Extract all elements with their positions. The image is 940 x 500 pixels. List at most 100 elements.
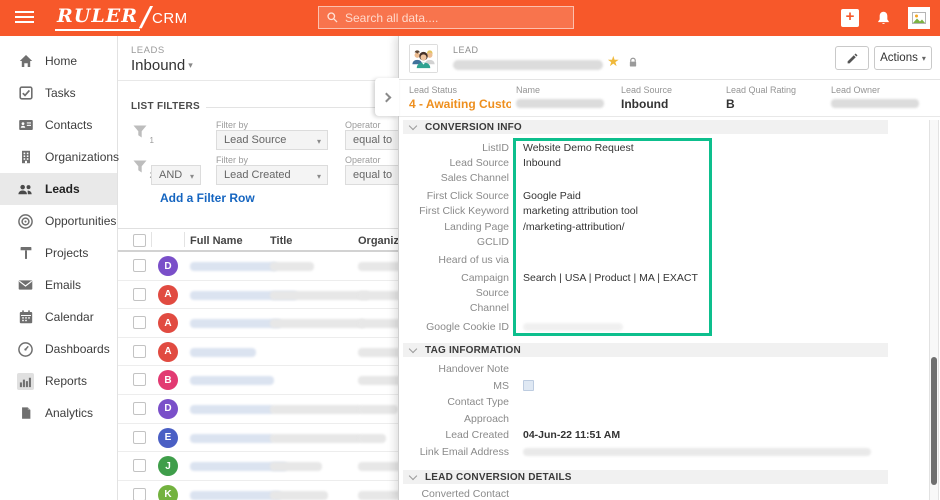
actions-button[interactable]: Actions▾: [874, 46, 932, 70]
field-label: Lead Source: [403, 157, 509, 169]
field-label: First Click Source: [403, 190, 509, 202]
row-checkbox[interactable]: [133, 459, 146, 472]
section-header[interactable]: LEAD CONVERSION DETAILS: [403, 470, 888, 484]
field-label: Name: [516, 85, 618, 95]
top-bar: RULER/ CRM +: [0, 0, 940, 36]
row-checkbox[interactable]: [133, 316, 146, 329]
add-button[interactable]: +: [841, 9, 859, 27]
section-fields: ListIDWebsite Demo RequestLead SourceInb…: [403, 140, 888, 334]
field-label: GCLID: [403, 236, 509, 248]
sidebar-item-label: Calendar: [45, 310, 94, 324]
column-header-title: Title: [270, 235, 292, 247]
field-label: Lead Created: [403, 429, 509, 441]
contacts-icon: [17, 117, 34, 134]
row-checkbox[interactable]: [133, 431, 146, 444]
chevron-down-icon: ▾: [317, 137, 321, 146]
redacted-lead-name: [453, 60, 603, 70]
sidebar-item-contacts[interactable]: Contacts: [0, 109, 117, 141]
row-checkbox[interactable]: [133, 373, 146, 386]
opportunities-icon: [17, 213, 34, 230]
row-checkbox[interactable]: [133, 345, 146, 358]
global-search[interactable]: [318, 6, 574, 29]
chevron-down-icon: [409, 344, 417, 352]
field-value: 4 - Awaiting Custo...: [409, 97, 511, 111]
detail-field-row: Landing Page/marketing-attribution/: [403, 219, 888, 234]
select-all-checkbox[interactable]: [133, 234, 146, 247]
filter-field-select[interactable]: Lead Created▾: [216, 165, 328, 185]
detail-field-row: Contact Type: [403, 394, 888, 411]
brand-name: RULER: [55, 4, 140, 31]
section-header[interactable]: CONVERSION INFO: [403, 120, 888, 134]
field-value: marketing attribution tool: [523, 205, 638, 217]
field-label: Handover Note: [403, 363, 509, 375]
row-checkbox[interactable]: [133, 488, 146, 500]
field-value: Inbound: [523, 157, 561, 169]
sidebar-item-opportunities[interactable]: Opportunities: [0, 205, 117, 237]
edit-button[interactable]: [835, 46, 869, 70]
filter-field-select[interactable]: Lead Source▾: [216, 130, 328, 150]
detail-field-row: First Click Source Google Paid: [403, 189, 888, 204]
section-title: CONVERSION INFO: [425, 122, 522, 133]
detail-field-row: Lead Created 04-Jun-22 11:51 AM: [403, 427, 888, 444]
sidebar-item-analytics[interactable]: Analytics: [0, 397, 117, 429]
sidebar-item-leads[interactable]: Leads: [0, 173, 117, 205]
section-fields: Handover NoteMSContact TypeApproachLead …: [403, 361, 888, 460]
field-value: Google Paid: [523, 190, 581, 202]
ms-checkbox[interactable]: [523, 380, 534, 391]
chevron-down-icon: ▾: [922, 54, 926, 63]
sidebar-item-dashboards[interactable]: Dashboards: [0, 333, 117, 365]
redacted-title: [270, 405, 362, 414]
field-label: Heard of us via: [403, 254, 509, 266]
analytics-icon: [17, 405, 34, 422]
sidebar-item-calendar[interactable]: Calendar: [0, 301, 117, 333]
scrollbar-thumb[interactable]: [931, 357, 937, 485]
row-checkbox[interactable]: [133, 402, 146, 415]
field-value: 04-Jun-22 11:51 AM: [523, 429, 620, 441]
field-label: Landing Page: [403, 221, 509, 233]
favorite-star-icon[interactable]: ★: [607, 53, 620, 70]
scrollbar-track: [929, 120, 939, 500]
chevron-down-icon: [409, 471, 417, 479]
search-icon: [326, 11, 339, 24]
sidebar-item-label: Reports: [45, 374, 87, 388]
divider: [184, 232, 185, 247]
avatar: J: [158, 456, 178, 476]
filter-join-select[interactable]: AND▾: [151, 165, 201, 185]
sidebar-item-emails[interactable]: Emails: [0, 269, 117, 301]
logo-slash: /: [141, 5, 151, 31]
sidebar-item-home[interactable]: Home: [0, 45, 117, 77]
hamburger-menu-icon[interactable]: [15, 11, 34, 25]
detail-field-row: Source: [403, 286, 888, 301]
detail-field-row: Converted Contact: [403, 486, 888, 500]
avatar: D: [158, 399, 178, 419]
redacted-organization: [358, 405, 398, 414]
projects-icon: [17, 245, 34, 262]
redacted-title: [270, 291, 370, 300]
redacted-name: [190, 262, 278, 271]
redacted-text: [516, 99, 604, 108]
expand-panel-button[interactable]: [375, 78, 399, 116]
row-checkbox[interactable]: [133, 288, 146, 301]
row-checkbox[interactable]: [133, 259, 146, 272]
reports-icon: [17, 373, 34, 390]
sidebar-item-reports[interactable]: Reports: [0, 365, 117, 397]
user-avatar[interactable]: [908, 7, 930, 29]
sidebar-item-projects[interactable]: Projects: [0, 237, 117, 269]
field-label: Lead Source: [621, 85, 723, 95]
detail-header: LEAD ★ Actions▾: [399, 36, 940, 80]
sidebar-item-tasks[interactable]: Tasks: [0, 77, 117, 109]
view-selector[interactable]: Inbound▾: [131, 57, 193, 74]
redacted-title: [270, 434, 362, 443]
detail-field-row: Google Cookie ID: [403, 319, 888, 334]
redacted-name: [190, 319, 282, 328]
notifications-bell-icon[interactable]: [875, 10, 892, 27]
section-header[interactable]: TAG INFORMATION: [403, 343, 888, 357]
field-value: /marketing-attribution/: [523, 221, 625, 233]
add-filter-row-link[interactable]: Add a Filter Row: [160, 191, 255, 205]
list-filters-title: LIST FILTERS: [131, 101, 200, 112]
detail-field-row: MS: [403, 378, 888, 395]
search-input[interactable]: [345, 11, 545, 25]
filter-funnel-icon: 2: [132, 159, 150, 177]
redacted-text: [831, 99, 919, 108]
sidebar-item-organizations[interactable]: Organizations: [0, 141, 117, 173]
